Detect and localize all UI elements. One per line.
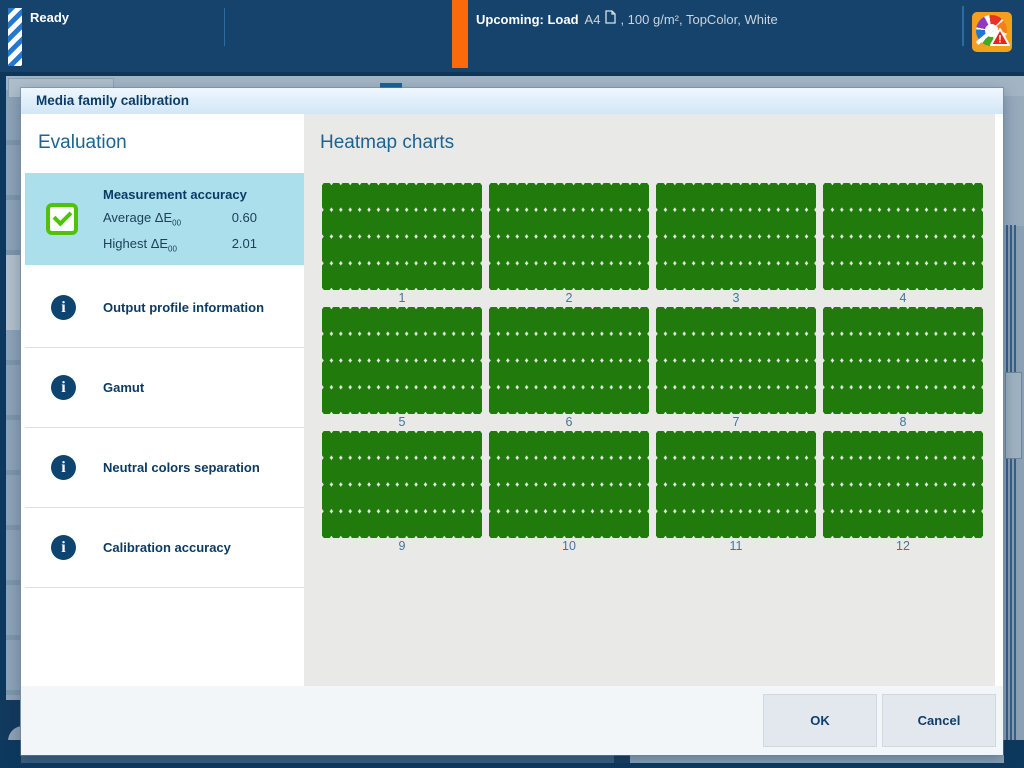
heatmap-cell: 8	[823, 307, 983, 431]
heatmap-chart	[322, 307, 482, 414]
highest-deltae-label: Highest ΔE00	[103, 236, 177, 254]
upcoming-job-text: Upcoming: Load A4 , 100 g/m², TopColor, …	[476, 10, 778, 29]
heatmap-chart-label: 10	[489, 538, 649, 555]
warning-triangle-icon: !	[990, 28, 1010, 51]
heatmap-cell: 9	[322, 431, 482, 555]
heatmap-cell: 7	[656, 307, 816, 431]
document-icon	[605, 10, 616, 27]
average-deltae-row: Average ΔE00 0.60	[103, 210, 257, 228]
heatmap-chart-label: 2	[489, 290, 649, 307]
heatmap-chart	[656, 307, 816, 414]
heatmap-chart	[656, 431, 816, 538]
heatmap-chart-label: 1	[322, 290, 482, 307]
dialog-content: Evaluation Measurement accuracy Average …	[21, 114, 1003, 686]
ok-button[interactable]: OK	[763, 694, 877, 747]
cancel-button[interactable]: Cancel	[882, 694, 996, 747]
heatmap-cell: 2	[489, 183, 649, 307]
heatmap-cell: 10	[489, 431, 649, 555]
heatmap-cell: 4	[823, 183, 983, 307]
check-icon	[46, 203, 78, 235]
topbar-right-divider	[962, 6, 964, 46]
upcoming-indicator-bar	[452, 0, 468, 68]
color-alert-button[interactable]: !	[972, 12, 1012, 52]
list-item-neutral-colors-separation[interactable]: i Neutral colors separation	[25, 428, 304, 508]
heatmap-chart-label: 4	[823, 290, 983, 307]
background-right-column-top	[1004, 96, 1024, 226]
topbar-divider	[224, 8, 225, 46]
heatmap-chart	[322, 183, 482, 290]
highest-deltae-value: 2.01	[232, 236, 257, 254]
average-deltae-label: Average ΔE00	[103, 210, 181, 228]
background-footer-segment	[21, 755, 614, 763]
heatmap-panel: Heatmap charts 1 2 3 4 5 6 7 8 9 10	[304, 114, 995, 686]
background-footer-notch	[614, 755, 630, 763]
heatmap-chart-label: 6	[489, 414, 649, 431]
heatmap-chart	[823, 183, 983, 290]
info-icon: i	[51, 455, 76, 480]
topbar-bottom-edge	[0, 72, 1024, 76]
heatmap-chart	[823, 307, 983, 414]
heatmap-chart-label: 3	[656, 290, 816, 307]
dialog-header: Media family calibration	[21, 88, 1003, 114]
info-icon: i	[51, 375, 76, 400]
background-scrollbar-line	[1006, 225, 1008, 740]
background-left-nav-tiles	[6, 90, 20, 700]
list-item-output-profile-information[interactable]: i Output profile information	[25, 268, 304, 348]
heatmap-chart-label: 7	[656, 414, 816, 431]
list-item-calibration-accuracy[interactable]: i Calibration accuracy	[25, 508, 304, 588]
list-item-gamut[interactable]: i Gamut	[25, 348, 304, 428]
background-footer-segment	[630, 755, 1004, 763]
info-icon: i	[51, 535, 76, 560]
heatmap-cell: 11	[656, 431, 816, 555]
heatmap-cell: 6	[489, 307, 649, 431]
heatmap-chart	[823, 431, 983, 538]
heatmap-heading: Heatmap charts	[320, 132, 454, 154]
background-scrollbar-line	[1014, 225, 1016, 740]
dialog-footer: OK Cancel	[21, 686, 1003, 755]
heatmap-chart	[489, 307, 649, 414]
background-scrollbar-handle	[1005, 372, 1022, 459]
heatmap-cell: 1	[322, 183, 482, 307]
upcoming-media-name: A4	[585, 12, 601, 27]
heatmap-chart-label: 5	[322, 414, 482, 431]
svg-text:!: !	[998, 34, 1002, 46]
heatmap-chart-label: 9	[322, 538, 482, 555]
printer-status-stripes-icon[interactable]	[8, 8, 22, 66]
heatmap-grid: 1 2 3 4 5 6 7 8 9 10 11	[322, 183, 983, 555]
heatmap-chart-label: 11	[656, 538, 816, 555]
measurement-accuracy-title: Measurement accuracy	[103, 187, 257, 202]
heatmap-chart-label: 8	[823, 414, 983, 431]
highest-deltae-row: Highest ΔE00 2.01	[103, 236, 257, 254]
heatmap-chart-label: 12	[823, 538, 983, 555]
heatmap-chart	[489, 431, 649, 538]
background-scrollbar-line	[1010, 225, 1012, 740]
average-deltae-value: 0.60	[232, 210, 257, 228]
heatmap-cell: 3	[656, 183, 816, 307]
info-icon: i	[51, 295, 76, 320]
heatmap-cell: 5	[322, 307, 482, 431]
heatmap-chart	[489, 183, 649, 290]
list-item-measurement-accuracy[interactable]: Measurement accuracy Average ΔE00 0.60 H…	[25, 173, 304, 265]
evaluation-heading: Evaluation	[38, 132, 127, 154]
evaluation-panel: Evaluation Measurement accuracy Average …	[25, 114, 304, 686]
heatmap-chart	[322, 431, 482, 538]
background-left-nav-highlight	[6, 255, 20, 330]
heatmap-cell: 12	[823, 431, 983, 555]
printer-status-text: Ready	[30, 10, 69, 25]
dialog-title: Media family calibration	[36, 93, 189, 108]
media-family-calibration-dialog: Media family calibration Evaluation Meas…	[21, 88, 1003, 755]
top-status-bar: Ready Upcoming: Load A4 , 100 g/m², TopC…	[0, 0, 1024, 72]
upcoming-media-details: , 100 g/m², TopColor, White	[620, 12, 777, 27]
heatmap-chart	[656, 183, 816, 290]
upcoming-label: Upcoming: Load	[476, 12, 579, 27]
evaluation-item-list: i Output profile information i Gamut i N…	[25, 268, 304, 588]
